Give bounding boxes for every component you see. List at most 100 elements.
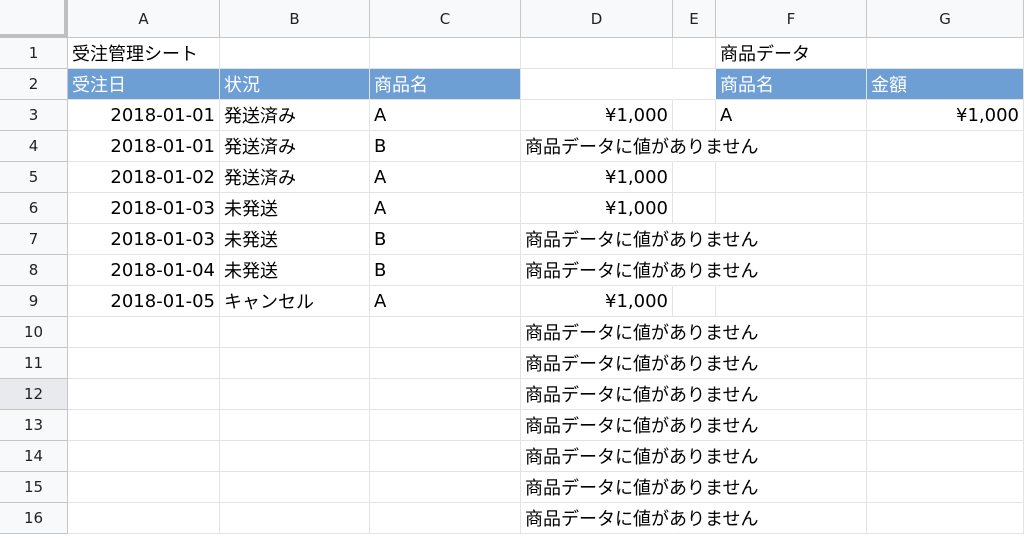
cell-D6[interactable]: ¥1,000: [521, 193, 673, 224]
cell-E2[interactable]: [673, 69, 716, 100]
row-header-8[interactable]: 8: [0, 255, 68, 286]
cell-B4[interactable]: 発送済み: [220, 131, 370, 162]
cell-D15[interactable]: 商品データに値がありません: [521, 472, 758, 503]
cell-D2[interactable]: 金額: [521, 69, 673, 100]
cell-G16[interactable]: [867, 503, 1024, 534]
row-header-10[interactable]: 10: [0, 317, 68, 348]
column-header-F[interactable]: F: [716, 0, 867, 38]
cell-E9[interactable]: [673, 286, 716, 317]
cell-D7[interactable]: 商品データに値がありません: [521, 224, 758, 255]
row-header-9[interactable]: 9: [0, 286, 68, 317]
cell-G11[interactable]: [867, 348, 1024, 379]
cell-C1[interactable]: [370, 38, 521, 69]
cell-G1[interactable]: [867, 38, 1024, 69]
cell-F9[interactable]: [716, 286, 867, 317]
cell-D12[interactable]: 商品データに値がありません: [521, 379, 758, 410]
cell-G15[interactable]: [867, 472, 1024, 503]
cell-E5[interactable]: [673, 162, 716, 193]
cell-D8[interactable]: 商品データに値がありません: [521, 255, 758, 286]
cell-A2[interactable]: 受注日: [68, 69, 220, 100]
cell-C2[interactable]: 商品名: [370, 69, 521, 100]
cell-C14[interactable]: [370, 441, 521, 472]
cell-C8[interactable]: B: [370, 255, 521, 286]
cell-D14[interactable]: 商品データに値がありません: [521, 441, 758, 472]
cell-G3[interactable]: ¥1,000: [867, 100, 1024, 131]
cell-B15[interactable]: [220, 472, 370, 503]
cell-A11[interactable]: [68, 348, 220, 379]
cell-A10[interactable]: [68, 317, 220, 348]
row-header-15[interactable]: 15: [0, 472, 68, 503]
row-header-5[interactable]: 5: [0, 162, 68, 193]
column-header-C[interactable]: C: [370, 0, 521, 38]
row-header-7[interactable]: 7: [0, 224, 68, 255]
cell-D13[interactable]: 商品データに値がありません: [521, 410, 758, 441]
row-header-3[interactable]: 3: [0, 100, 68, 131]
cell-B14[interactable]: [220, 441, 370, 472]
cell-B7[interactable]: 未発送: [220, 224, 370, 255]
row-header-13[interactable]: 13: [0, 410, 68, 441]
column-header-G[interactable]: G: [867, 0, 1024, 38]
cell-A6[interactable]: 2018-01-03: [68, 193, 220, 224]
cell-E3[interactable]: [673, 100, 716, 131]
cell-E1[interactable]: [673, 38, 716, 69]
row-header-12[interactable]: 12: [0, 379, 68, 410]
cell-C5[interactable]: A: [370, 162, 521, 193]
cell-F1[interactable]: 商品データ: [716, 38, 867, 69]
cell-B2[interactable]: 状況: [220, 69, 370, 100]
column-header-B[interactable]: B: [220, 0, 370, 38]
column-header-D[interactable]: D: [521, 0, 673, 38]
cell-B13[interactable]: [220, 410, 370, 441]
cell-A7[interactable]: 2018-01-03: [68, 224, 220, 255]
cell-A5[interactable]: 2018-01-02: [68, 162, 220, 193]
cell-A4[interactable]: 2018-01-01: [68, 131, 220, 162]
cell-G8[interactable]: [867, 255, 1024, 286]
cell-C13[interactable]: [370, 410, 521, 441]
cell-A14[interactable]: [68, 441, 220, 472]
cell-G6[interactable]: [867, 193, 1024, 224]
row-header-1[interactable]: 1: [0, 38, 68, 69]
cell-B1[interactable]: [220, 38, 370, 69]
cell-A3[interactable]: 2018-01-01: [68, 100, 220, 131]
cell-D10[interactable]: 商品データに値がありません: [521, 317, 758, 348]
cell-C4[interactable]: B: [370, 131, 521, 162]
cell-C12[interactable]: [370, 379, 521, 410]
cell-B9[interactable]: キャンセル: [220, 286, 370, 317]
row-header-16[interactable]: 16: [0, 503, 68, 534]
cell-B8[interactable]: 未発送: [220, 255, 370, 286]
cell-D3[interactable]: ¥1,000: [521, 100, 673, 131]
cell-B6[interactable]: 未発送: [220, 193, 370, 224]
cell-D5[interactable]: ¥1,000: [521, 162, 673, 193]
column-header-E[interactable]: E: [673, 0, 716, 38]
cell-A1[interactable]: 受注管理シート: [68, 38, 220, 69]
column-header-A[interactable]: A: [68, 0, 220, 38]
cell-C7[interactable]: B: [370, 224, 521, 255]
cell-C16[interactable]: [370, 503, 521, 534]
cell-G13[interactable]: [867, 410, 1024, 441]
cell-D16[interactable]: 商品データに値がありません: [521, 503, 758, 534]
cell-G14[interactable]: [867, 441, 1024, 472]
cell-B5[interactable]: 発送済み: [220, 162, 370, 193]
cell-G9[interactable]: [867, 286, 1024, 317]
cell-D9[interactable]: ¥1,000: [521, 286, 673, 317]
cell-F6[interactable]: [716, 193, 867, 224]
cell-C9[interactable]: A: [370, 286, 521, 317]
cell-B12[interactable]: [220, 379, 370, 410]
cell-C11[interactable]: [370, 348, 521, 379]
cell-A9[interactable]: 2018-01-05: [68, 286, 220, 317]
cell-D1[interactable]: [521, 38, 673, 69]
cell-F5[interactable]: [716, 162, 867, 193]
cell-C15[interactable]: [370, 472, 521, 503]
cell-D11[interactable]: 商品データに値がありません: [521, 348, 758, 379]
cell-B16[interactable]: [220, 503, 370, 534]
cell-G12[interactable]: [867, 379, 1024, 410]
row-header-6[interactable]: 6: [0, 193, 68, 224]
cell-A12[interactable]: [68, 379, 220, 410]
cell-A16[interactable]: [68, 503, 220, 534]
cell-C10[interactable]: [370, 317, 521, 348]
cell-A8[interactable]: 2018-01-04: [68, 255, 220, 286]
cell-D4[interactable]: 商品データに値がありません: [521, 131, 758, 162]
cell-B3[interactable]: 発送済み: [220, 100, 370, 131]
cell-E6[interactable]: [673, 193, 716, 224]
row-header-4[interactable]: 4: [0, 131, 68, 162]
select-all-corner[interactable]: [0, 0, 68, 38]
